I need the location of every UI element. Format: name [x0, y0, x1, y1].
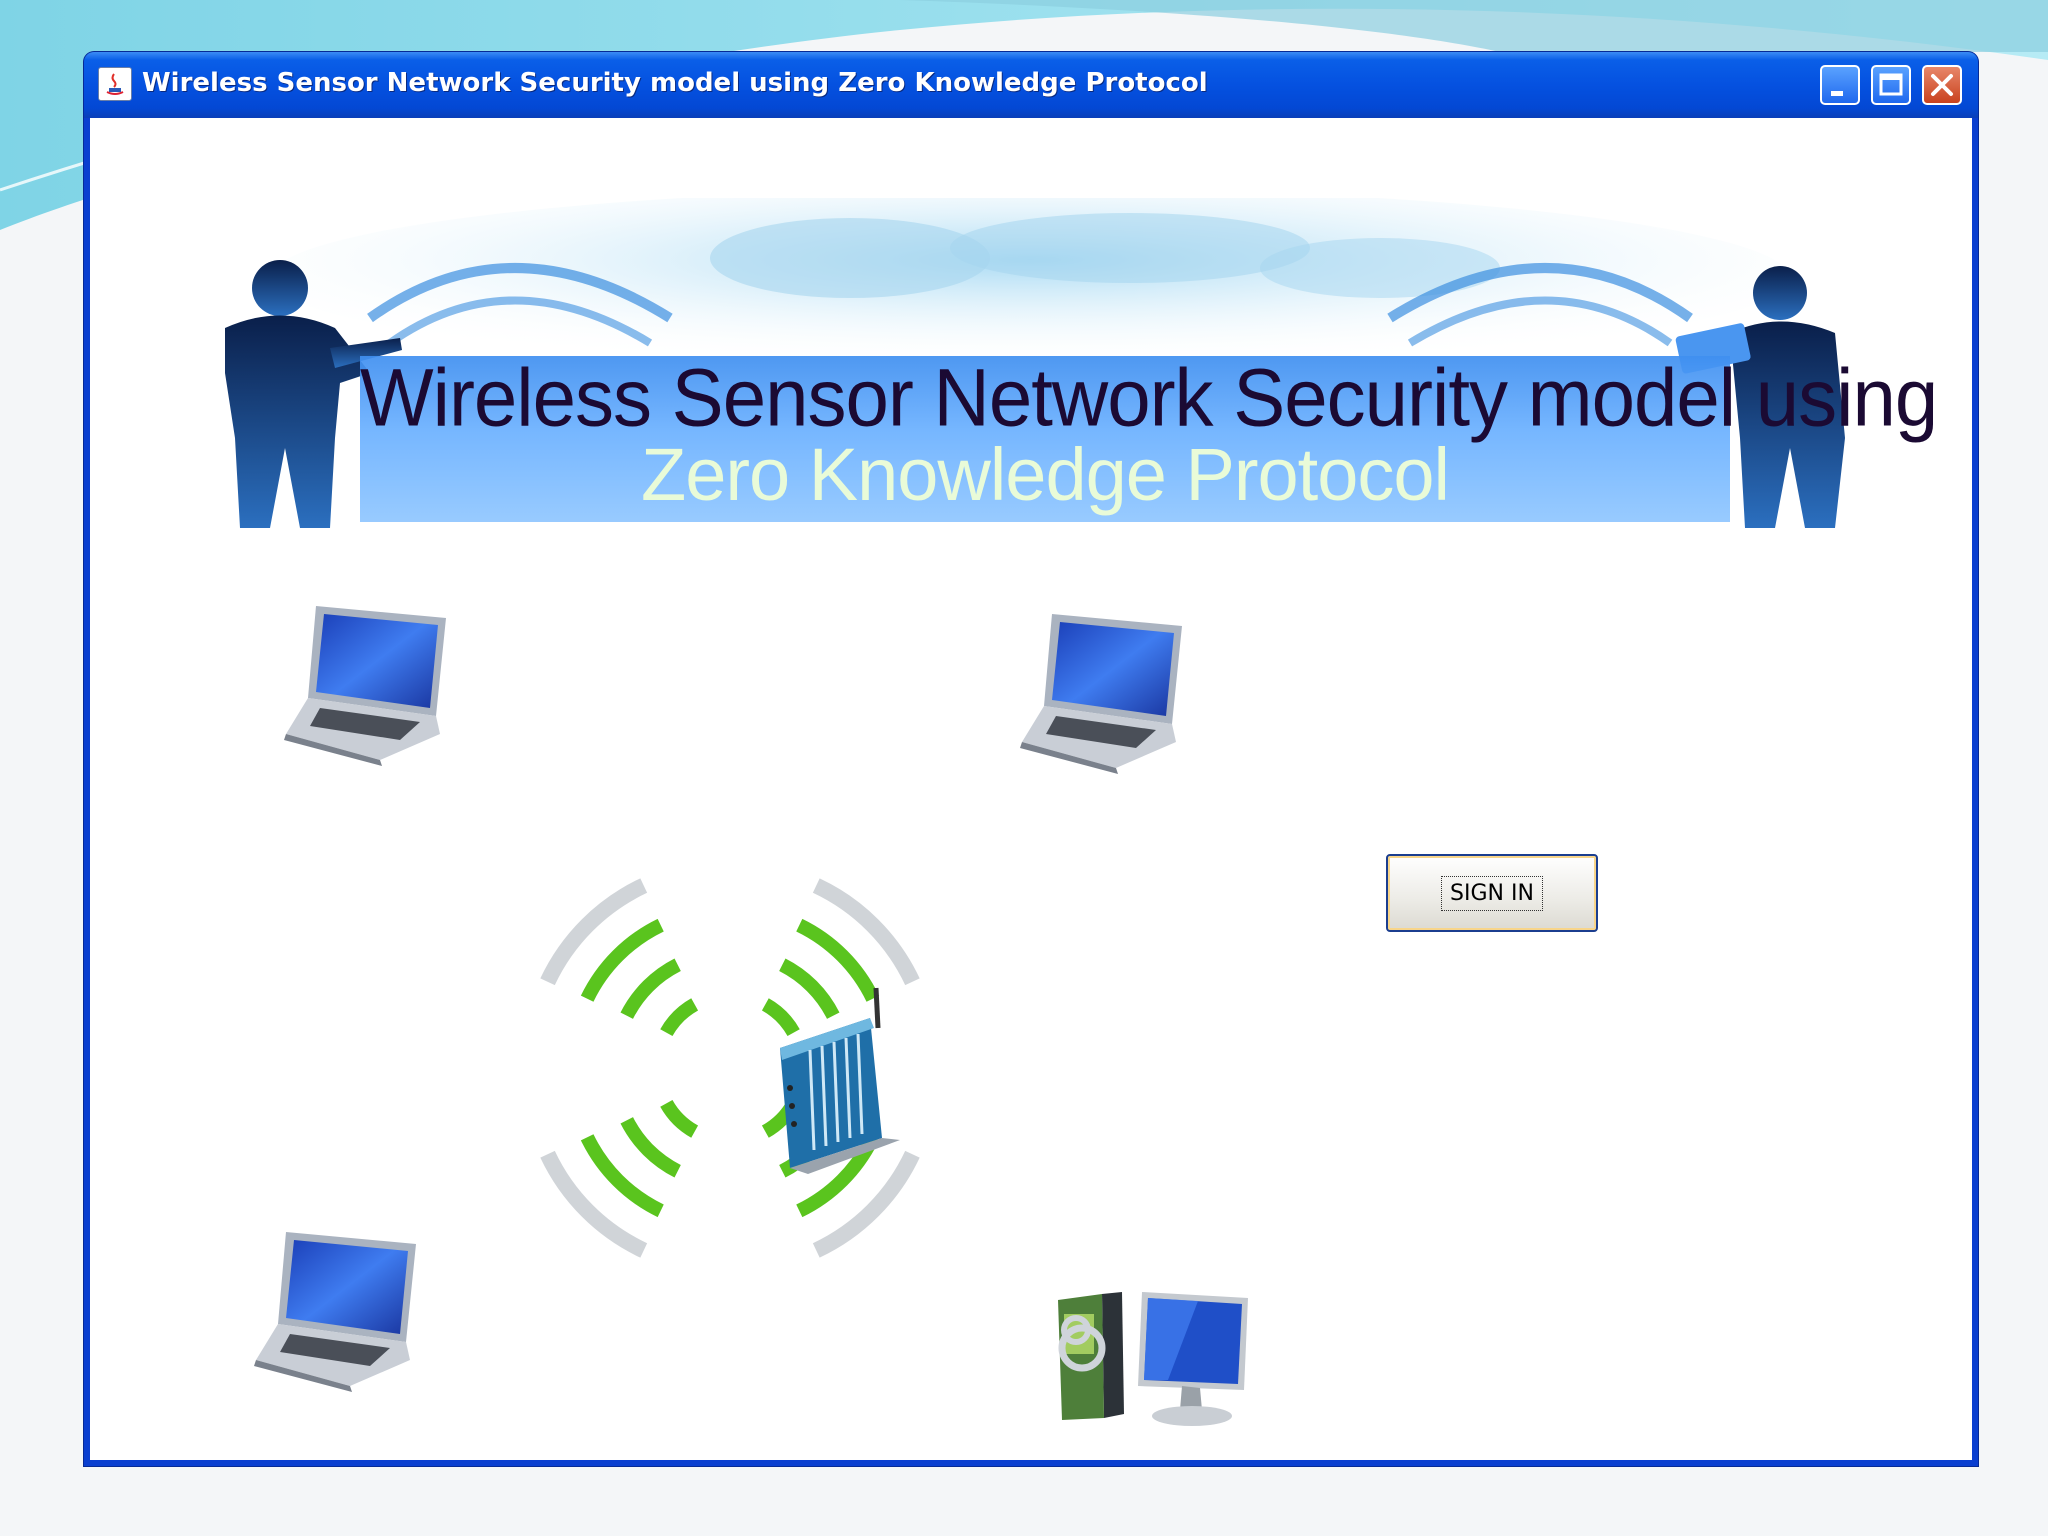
java-app-icon: [98, 67, 132, 101]
banner: Wireless Sensor Network Security model u…: [130, 198, 1938, 538]
window-title: Wireless Sensor Network Security model u…: [142, 68, 1208, 98]
antenna: [873, 987, 881, 1029]
laptop-icon: [284, 606, 446, 766]
sign-in-button[interactable]: SIGN IN: [1386, 854, 1598, 932]
banner-title-line1: Wireless Sensor Network Security model u…: [360, 350, 1938, 444]
window-content: Wireless Sensor Network Security model u…: [90, 118, 1972, 1460]
sign-in-label: SIGN IN: [1441, 875, 1543, 911]
minimize-button[interactable]: [1820, 65, 1860, 105]
close-button[interactable]: [1922, 65, 1962, 105]
maximize-button[interactable]: [1871, 65, 1911, 105]
laptop-icon: [1020, 614, 1182, 774]
laptop-icon: [254, 1232, 416, 1392]
minimize-icon: [1831, 91, 1843, 96]
wireless-router-icon: [540, 878, 920, 1258]
close-icon: [1931, 74, 1953, 96]
maximize-icon: [1879, 73, 1903, 96]
desktop-computer-icon: [1058, 1292, 1248, 1426]
title-bar[interactable]: Wireless Sensor Network Security model u…: [84, 52, 1978, 118]
banner-title-line2: Zero Knowledge Protocol: [641, 433, 1450, 516]
application-window: Wireless Sensor Network Security model u…: [84, 52, 1978, 1466]
